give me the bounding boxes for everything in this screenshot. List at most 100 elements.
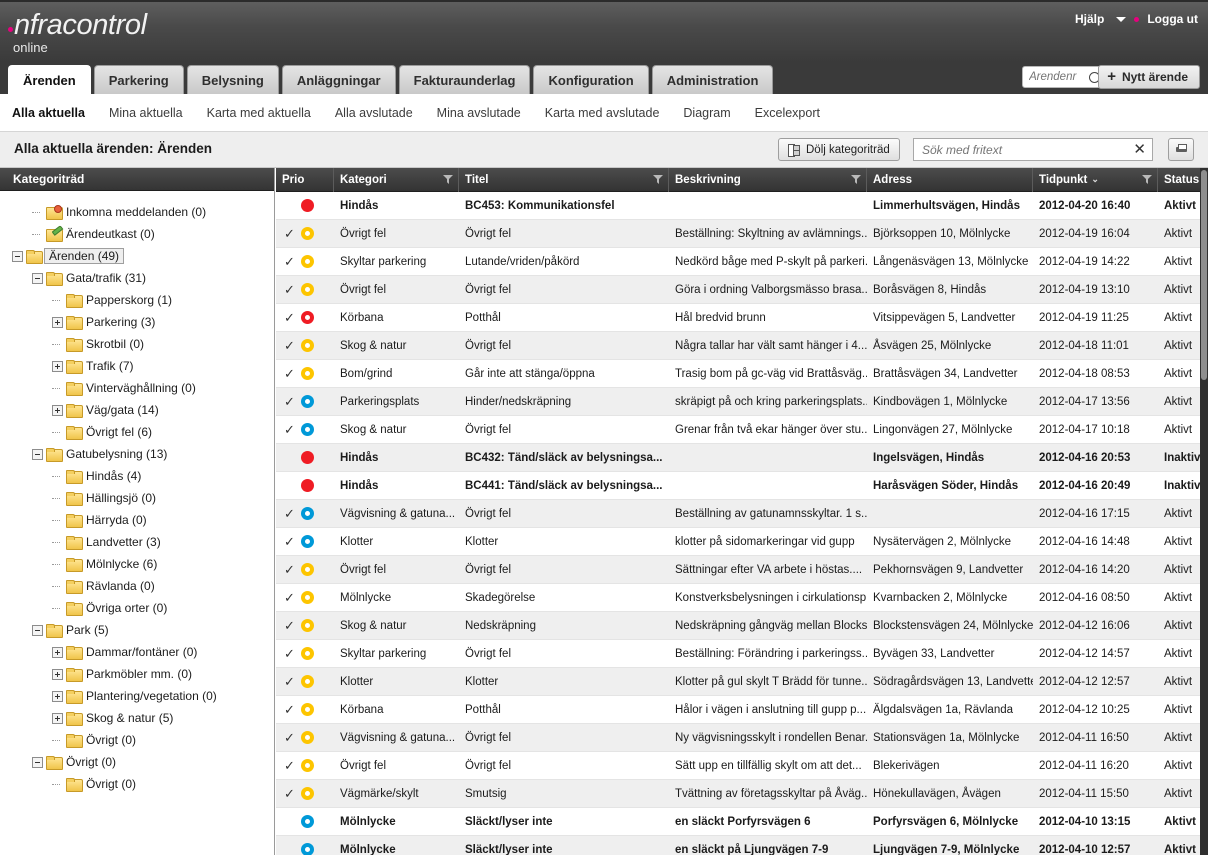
tree-expand-icon[interactable] <box>52 316 63 328</box>
hide-category-tree-button[interactable]: Dölj kategoriträd <box>778 138 900 161</box>
table-row[interactable]: ✓ Skyltar parkering Övrigt fel Beställning:… <box>276 640 1200 668</box>
case-number-input[interactable] <box>1027 70 1087 84</box>
tree-item-10[interactable]: Övrigt fel (6) <box>0 421 274 443</box>
main-tab-6[interactable]: Administration <box>651 65 774 94</box>
table-row[interactable]: Hindås BC432: Tänd/släck av belysningsa..… <box>276 444 1200 472</box>
tree-item-3[interactable]: Gata/trafik (31) <box>0 267 274 289</box>
tree-item-13[interactable]: Hällingsjö (0) <box>0 487 274 509</box>
table-row[interactable]: ✓ Parkeringsplats Hinder/nedskräpning skräp… <box>276 388 1200 416</box>
subnav-item-6[interactable]: Diagram <box>683 106 730 120</box>
close-icon[interactable]: ✕ <box>1133 142 1146 157</box>
table-row[interactable]: ✓ Övrigt fel Övrigt fel Sätt upp en tillfäl… <box>276 752 1200 780</box>
chevron-down-icon[interactable] <box>1116 16 1127 22</box>
help-link[interactable]: Hjälp <box>1075 12 1104 26</box>
main-tab-1[interactable]: Parkering <box>93 65 184 94</box>
tree-expand-icon[interactable] <box>52 404 63 416</box>
tree-collapse-icon[interactable] <box>32 756 43 768</box>
column-header-3[interactable]: Beskrivning <box>669 168 867 192</box>
column-header-2[interactable]: Titel <box>459 168 669 192</box>
table-row[interactable]: Mölnlycke Släckt/lyser inte en släckt Porf… <box>276 808 1200 836</box>
tree-item-14[interactable]: Härryda (0) <box>0 509 274 531</box>
main-tab-3[interactable]: Anläggningar <box>281 65 396 94</box>
tree-item-18[interactable]: Övriga orter (0) <box>0 597 274 619</box>
table-row[interactable]: ✓ Skog & natur Övrigt fel Grenar från två e… <box>276 416 1200 444</box>
table-row[interactable]: ✓ Vägvisning & gatuna... Övrigt fel Beställ… <box>276 500 1200 528</box>
tree-item-23[interactable]: Skog & natur (5) <box>0 707 274 729</box>
subnav-item-3[interactable]: Alla avslutade <box>335 106 413 120</box>
tree-expand-icon[interactable] <box>52 712 63 724</box>
table-row[interactable]: ✓ Skyltar parkering Lutande/vriden/påkörd N… <box>276 248 1200 276</box>
column-header-6[interactable]: Status <box>1158 168 1200 192</box>
subnav-item-5[interactable]: Karta med avslutade <box>545 106 660 120</box>
main-tab-2[interactable]: Belysning <box>186 65 279 94</box>
filter-funnel-icon[interactable] <box>1142 175 1152 184</box>
subnav-item-2[interactable]: Karta med aktuella <box>207 106 311 120</box>
tree-item-9[interactable]: Väg/gata (14) <box>0 399 274 421</box>
table-row[interactable]: ✓ Vägmärke/skylt Smutsig Tvättning av föret… <box>276 780 1200 808</box>
table-row[interactable]: ✓ Vägvisning & gatuna... Övrigt fel Ny vägv… <box>276 724 1200 752</box>
column-header-4[interactable]: Adress <box>867 168 1033 192</box>
tree-expand-icon[interactable] <box>52 668 63 680</box>
subnav-item-0[interactable]: Alla aktuella <box>12 106 85 120</box>
print-button[interactable] <box>1168 138 1194 161</box>
case-number-search[interactable] <box>1022 66 1102 88</box>
subnav-item-1[interactable]: Mina aktuella <box>109 106 183 120</box>
column-header-5[interactable]: Tidpunkt ⌄ <box>1033 168 1158 192</box>
tree-item-8[interactable]: Vinterväghållning (0) <box>0 377 274 399</box>
table-row[interactable]: Hindås BC453: Kommunikationsfel Limmerhult… <box>276 192 1200 220</box>
tree-expand-icon[interactable] <box>52 646 63 658</box>
scrollbar-thumb[interactable] <box>1201 170 1207 380</box>
tree-item-11[interactable]: Gatubelysning (13) <box>0 443 274 465</box>
tree-item-15[interactable]: Landvetter (3) <box>0 531 274 553</box>
freetext-search[interactable]: ✕ <box>913 138 1153 161</box>
tree-item-25[interactable]: Övrigt (0) <box>0 751 274 773</box>
table-row[interactable]: ✓ Övrigt fel Övrigt fel Beställning: Skyltn… <box>276 220 1200 248</box>
filter-funnel-icon[interactable] <box>443 175 453 184</box>
tree-collapse-icon[interactable] <box>32 624 43 636</box>
tree-item-22[interactable]: Plantering/vegetation (0) <box>0 685 274 707</box>
tree-item-16[interactable]: Mölnlycke (6) <box>0 553 274 575</box>
tree-item-6[interactable]: Skrotbil (0) <box>0 333 274 355</box>
subnav-item-4[interactable]: Mina avslutade <box>437 106 521 120</box>
table-row[interactable]: ✓ Klotter Klotter Klotter på gul skylt T Br… <box>276 668 1200 696</box>
tree-expand-icon[interactable] <box>52 360 63 372</box>
subnav-item-7[interactable]: Excelexport <box>755 106 820 120</box>
table-row[interactable]: ✓ Skog & natur Nedskräpning Nedskräpning gå… <box>276 612 1200 640</box>
tree-item-17[interactable]: Rävlanda (0) <box>0 575 274 597</box>
tree-item-7[interactable]: Trafik (7) <box>0 355 274 377</box>
tree-item-21[interactable]: Parkmöbler mm. (0) <box>0 663 274 685</box>
tree-collapse-icon[interactable] <box>32 448 43 460</box>
tree-item-4[interactable]: Papperskorg (1) <box>0 289 274 311</box>
column-header-1[interactable]: Kategori <box>334 168 459 192</box>
tree-item-2[interactable]: Ärenden (49) <box>0 245 274 267</box>
tree-item-20[interactable]: Dammar/fontäner (0) <box>0 641 274 663</box>
tree-item-12[interactable]: Hindås (4) <box>0 465 274 487</box>
table-row[interactable]: ✓ Mölnlycke Skadegörelse Konstverksbelysnin… <box>276 584 1200 612</box>
tree-expand-icon[interactable] <box>52 690 63 702</box>
main-tab-4[interactable]: Fakturaunderlag <box>398 65 531 94</box>
logout-link[interactable]: Logga ut <box>1147 12 1198 26</box>
tree-collapse-icon[interactable] <box>32 272 43 284</box>
table-row[interactable]: ✓ Övrigt fel Övrigt fel Sättningar efter VA… <box>276 556 1200 584</box>
filter-funnel-icon[interactable] <box>653 175 663 184</box>
sort-desc-icon[interactable]: ⌄ <box>1091 174 1099 185</box>
tree-item-19[interactable]: Park (5) <box>0 619 274 641</box>
freetext-input[interactable] <box>920 141 1134 158</box>
tree-item-26[interactable]: Övrigt (0) <box>0 773 274 795</box>
table-row[interactable]: ✓ Körbana Potthål Hålor i vägen i anslutnin… <box>276 696 1200 724</box>
tree-item-5[interactable]: Parkering (3) <box>0 311 274 333</box>
table-row[interactable]: ✓ Skog & natur Övrigt fel Några tallar har … <box>276 332 1200 360</box>
main-tab-0[interactable]: Ärenden <box>8 65 91 94</box>
tree-item-1[interactable]: Ärendeutkast (0) <box>0 223 274 245</box>
main-tab-5[interactable]: Konfiguration <box>533 65 649 94</box>
tree-item-0[interactable]: Inkomna meddelanden (0) <box>0 201 274 223</box>
tree-collapse-icon[interactable] <box>12 250 23 262</box>
tree-item-24[interactable]: Övrigt (0) <box>0 729 274 751</box>
vertical-scrollbar[interactable] <box>1200 168 1208 855</box>
table-row[interactable]: Mölnlycke Släckt/lyser inte en släckt på L… <box>276 836 1200 855</box>
new-case-button[interactable]: + Nytt ärende <box>1098 65 1200 89</box>
table-row[interactable]: ✓ Klotter Klotter klotter på sidomarkeringa… <box>276 528 1200 556</box>
column-header-0[interactable]: Prio <box>276 168 334 192</box>
table-row[interactable]: ✓ Körbana Potthål Hål bredvid brunn Vitsippe… <box>276 304 1200 332</box>
table-row[interactable]: ✓ Övrigt fel Övrigt fel Göra i ordning Valb… <box>276 276 1200 304</box>
